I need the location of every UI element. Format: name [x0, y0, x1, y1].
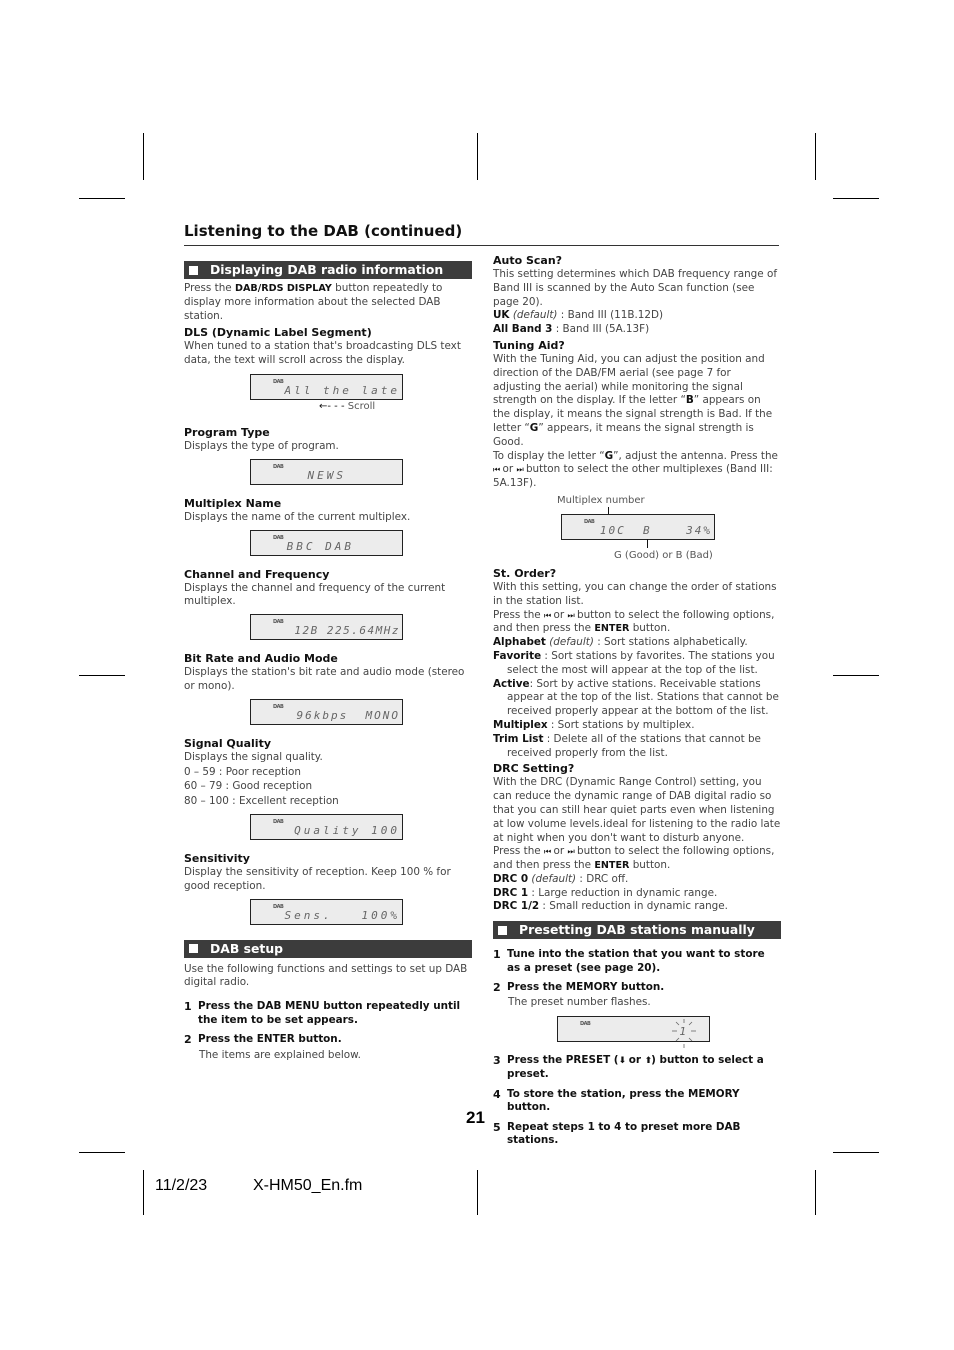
dab-indicator-icon: DAB: [584, 518, 595, 525]
channel-frequency-title: Channel and Frequency: [184, 567, 330, 581]
scroll-note: ←- - - Scroll: [319, 400, 376, 412]
auto-scan-option-uk: UK (default) : Band III (11B.12D): [493, 309, 664, 322]
page-number: 21: [466, 1108, 485, 1127]
drc-desc: With the DRC (Dynamic Range Control) set…: [493, 776, 781, 844]
page-title: Listening to the DAB (continued): [184, 222, 463, 240]
preset-step: 4 To store the station, press the MEMORY…: [493, 1087, 740, 1114]
flashing-rays-icon: [672, 1018, 696, 1048]
dls-title: DLS (Dynamic Label Segment): [184, 326, 372, 340]
setup-step: 1 Press the DAB MENU button repeatedly u…: [184, 1000, 461, 1026]
sensitivity-desc: Display the sensitivity of reception. Ke…: [184, 865, 451, 892]
crop-mark: [833, 675, 879, 676]
preset-step: 3 Press the PRESET (⬇ or ⬆) button to se…: [493, 1053, 764, 1081]
dab-indicator-icon: DAB: [273, 378, 284, 385]
dab-indicator-icon: DAB: [273, 903, 284, 910]
lcd-display-tuning-aid: DAB 10C B 34%: [561, 513, 715, 540]
drc-option: DRC 0 (default) : DRC off.: [493, 872, 629, 885]
crop-mark: [477, 1170, 478, 1215]
lcd-display-multiplex: DAB BBC DAB: [250, 529, 403, 556]
signal-range: 0 – 59 : Poor reception: [184, 765, 301, 778]
lcd-display-quality: DAB Quality 100: [250, 813, 403, 840]
signal-range: 80 – 100 : Excellent reception: [184, 795, 339, 808]
crop-mark: [143, 133, 144, 180]
signal-quality-desc: Displays the signal quality.: [184, 750, 323, 763]
lcd-display-bitrate: DAB 96kbps MONO: [250, 698, 403, 725]
square-bullet-icon: [498, 925, 507, 935]
st-order-option: Active: Sort by active stations. Receiva…: [493, 677, 779, 718]
signal-quality-title: Signal Quality: [184, 736, 271, 750]
dab-indicator-icon: DAB: [273, 818, 284, 825]
dls-desc: When tuned to a station that's broadcast…: [184, 340, 461, 367]
drc-option: DRC 1/2 : Small reduction in dynamic ran…: [493, 900, 728, 913]
crop-mark: [815, 1170, 816, 1215]
st-order-option: Alphabet (default) : Sort stations alpha…: [493, 636, 748, 649]
tuning-aid-title: Tuning Aid?: [493, 338, 565, 352]
st-order-option: Multiplex : Sort stations by multiplex.: [493, 718, 695, 731]
auto-scan-desc: This setting determines which DAB freque…: [493, 268, 777, 308]
section-heading-presetting: Presetting DAB stations manually: [493, 921, 781, 940]
right-column: Auto Scan? This setting determines which…: [493, 253, 781, 1148]
lcd-display-dls: DAB All the late: [250, 373, 403, 400]
square-bullet-icon: [189, 265, 198, 275]
channel-frequency-desc: Displays the channel and frequency of th…: [184, 581, 446, 608]
square-bullet-icon: [189, 944, 198, 954]
preset-step: 5 Repeat steps 1 to 4 to preset more DAB…: [493, 1120, 741, 1147]
footer-filename: X-HM50_En.fm: [253, 1177, 363, 1194]
multiplex-name-title: Multiplex Name: [184, 496, 282, 510]
preset-step-note: The preset number flashes.: [508, 995, 651, 1008]
setup-step-note: The items are explained below.: [199, 1048, 361, 1061]
dab-indicator-icon: DAB: [273, 534, 284, 541]
section-heading-dab-setup: DAB setup: [184, 939, 472, 958]
setup-step: 2 Press the ENTER button.: [184, 1033, 342, 1047]
callout-line: [647, 538, 648, 548]
dab-indicator-icon: DAB: [273, 703, 284, 710]
tuning-aid-instructions: To display the letter “G”, adjust the an…: [493, 449, 778, 490]
intro-paragraph: Press the DAB/RDS DISPLAY button repeate…: [184, 282, 443, 322]
crop-mark: [143, 1170, 144, 1215]
crop-mark: [79, 1152, 125, 1153]
drc-instructions: Press the ⏮ or ⏭ button to select the fo…: [493, 845, 775, 872]
st-order-instructions: Press the ⏮ or ⏭ button to select the fo…: [493, 608, 775, 635]
auto-scan-title: Auto Scan?: [493, 254, 563, 267]
dab-indicator-icon: DAB: [580, 1020, 591, 1027]
auto-scan-option-allband: All Band 3 : Band III (5A.13F): [493, 323, 650, 336]
multiplex-number-label: Multiplex number: [557, 494, 645, 506]
tuning-aid-desc: With the Tuning Aid, you can adjust the …: [493, 352, 773, 448]
signal-range: 60 – 79 : Good reception: [184, 780, 313, 793]
lcd-display-program-type: DAB NEWS: [250, 458, 403, 485]
lcd-display-sensitivity: DAB Sens. 100%: [250, 898, 403, 925]
program-type-desc: Displays the type of program.: [184, 439, 339, 452]
st-order-option: Trim List : Delete all of the stations t…: [493, 732, 761, 759]
crop-mark: [477, 133, 478, 180]
scroll-arrow-icon: ←- - -: [319, 400, 345, 412]
preset-step: 2 Press the MEMORY button.: [493, 981, 665, 995]
dab-setup-intro: Use the following functions and settings…: [184, 962, 468, 989]
sensitivity-title: Sensitivity: [184, 851, 250, 865]
st-order-option: Favorite : Sort stations by favorites. T…: [493, 649, 775, 676]
good-bad-label: G (Good) or B (Bad): [614, 549, 713, 561]
program-type-title: Program Type: [184, 425, 270, 439]
preset-step: 1 Tune into the station that you want to…: [493, 948, 765, 974]
crop-mark: [815, 133, 816, 180]
drc-title: DRC Setting?: [493, 762, 575, 776]
st-order-desc: With this setting, you can change the or…: [493, 580, 777, 607]
tuning-aid-diagram: Multiplex number DAB 10C B 34% G (Good) …: [493, 491, 781, 563]
section-heading-displaying: Displaying DAB radio information: [184, 261, 472, 279]
title-rule: [184, 245, 779, 246]
crop-mark: [833, 1152, 879, 1153]
crop-mark: [79, 198, 125, 199]
left-column: Displaying DAB radio information Press t…: [184, 261, 472, 1062]
bitrate-desc: Displays the station's bit rate and audi…: [184, 666, 465, 692]
bitrate-title: Bit Rate and Audio Mode: [184, 652, 338, 666]
lcd-display-channel: DAB 12B 225.64MHz: [250, 614, 403, 641]
multiplex-name-desc: Displays the name of the current multipl…: [184, 510, 411, 523]
drc-option: DRC 1 : Large reduction in dynamic range…: [493, 886, 718, 899]
footer-date: 11/2/23: [155, 1177, 208, 1194]
crop-mark: [833, 198, 879, 199]
dab-indicator-icon: DAB: [273, 463, 284, 470]
crop-mark: [79, 675, 125, 676]
lcd-display-preset: DAB 1: [557, 1015, 710, 1048]
st-order-title: St. Order?: [493, 566, 557, 580]
dab-indicator-icon: DAB: [273, 619, 284, 626]
